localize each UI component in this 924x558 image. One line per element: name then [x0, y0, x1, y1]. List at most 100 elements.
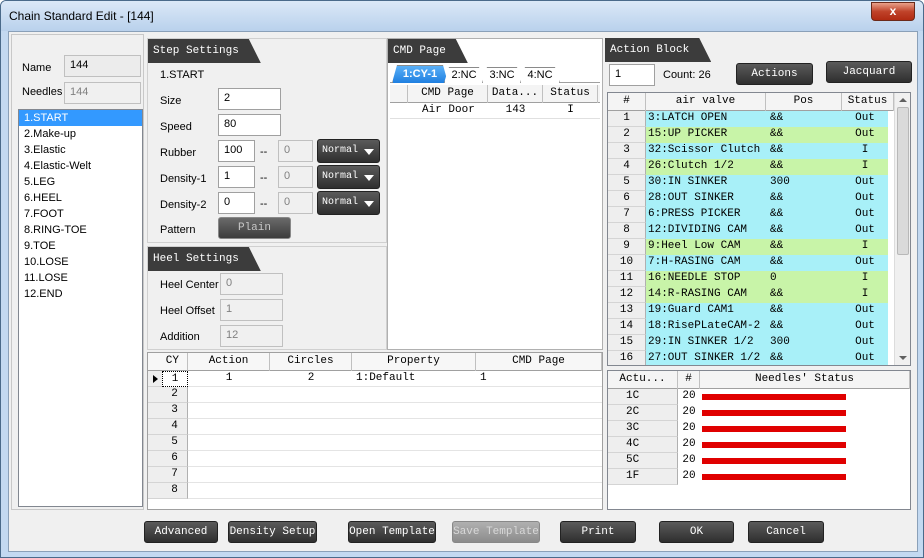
close-button[interactable]: x [871, 2, 915, 21]
table-row[interactable]: 8 [148, 483, 602, 499]
table-row[interactable]: 13 19:Guard CAM1 && Out [608, 303, 894, 319]
table-row[interactable]: 1 3:LATCH OPEN && Out [608, 111, 894, 127]
cmd-row[interactable]: Air Door 143 I [390, 103, 600, 119]
table-row[interactable]: 11 16:NEEDLE STOP 0 I [608, 271, 894, 287]
step-list-item[interactable]: 10.LOSE [19, 254, 142, 270]
heel-center-input[interactable]: 0 [220, 273, 283, 295]
table-row[interactable]: 2 15:UP PICKER && Out [608, 127, 894, 143]
name-field[interactable]: 144 [64, 55, 141, 77]
status-cell: I [842, 271, 888, 287]
table-row[interactable]: 7 6:PRESS PICKER && Out [608, 207, 894, 223]
advanced-button[interactable]: Advanced [144, 521, 218, 543]
tab-3-nc[interactable]: 3:NC [482, 67, 522, 83]
needles-field[interactable]: 144 [64, 82, 141, 104]
table-row[interactable]: 12 14:R-RASING CAM && I [608, 287, 894, 303]
table-row[interactable]: 3 32:Scissor Clutch && I [608, 143, 894, 159]
open-template-button[interactable]: Open Template [348, 521, 436, 543]
size-input[interactable]: 2 [218, 88, 281, 110]
density1-input[interactable]: 1 [218, 166, 255, 188]
step-list[interactable]: 1.START 2.Make-up 3.Elastic 4.Elastic-Welt 5… [18, 109, 143, 507]
step-list-item[interactable]: 8.RING-TOE [19, 222, 142, 238]
step-list-item[interactable]: 1.START [19, 110, 142, 126]
density1-mode-select[interactable]: Normal [317, 165, 380, 189]
table-row[interactable]: 1F 20 [608, 469, 910, 485]
table-row[interactable]: 4 26:Clutch 1/2 && I [608, 159, 894, 175]
rubber-mode-select[interactable]: Normal [317, 139, 380, 163]
rubber-input[interactable]: 100 [218, 140, 255, 162]
table-row[interactable]: 5 [148, 435, 602, 451]
density2-mode-select[interactable]: Normal [317, 191, 380, 215]
table-row[interactable]: 3C 20 [608, 421, 910, 437]
needles-col-1[interactable]: # [678, 371, 700, 389]
table-row[interactable]: 2C 20 [608, 405, 910, 421]
air-valve-col-2[interactable]: Pos [766, 93, 842, 111]
pattern-button[interactable]: Plain [218, 217, 291, 239]
table-row[interactable]: 16 27:OUT SINKER 1/2 && Out [608, 351, 894, 365]
step-list-item[interactable]: 7.FOOT [19, 206, 142, 222]
air-valve-col-1[interactable]: air valve [646, 93, 766, 111]
air-valve-scrollbar[interactable] [894, 93, 910, 365]
addition-input[interactable]: 12 [220, 325, 283, 347]
table-row[interactable]: 5C 20 [608, 453, 910, 469]
table-row[interactable]: 9 9:Heel Low CAM && I [608, 239, 894, 255]
step-list-item[interactable]: 6.HEEL [19, 190, 142, 206]
rubber-input-2[interactable]: 0 [278, 140, 313, 162]
actions-button[interactable]: Actions [736, 63, 813, 85]
title-bar[interactable]: Chain Standard Edit - [144] x [1, 1, 923, 31]
action-block-input[interactable]: 1 [609, 64, 655, 86]
cy-col-0[interactable]: CY [148, 353, 188, 371]
scroll-thumb[interactable] [897, 107, 909, 255]
needles-col-0[interactable]: Actu... [608, 371, 678, 389]
table-row[interactable]: 10 7:H-RASING CAM && Out [608, 255, 894, 271]
valve-cell: 12:DIVIDING CAM [646, 223, 766, 239]
step-list-item[interactable]: 2.Make-up [19, 126, 142, 142]
table-row[interactable]: 6 [148, 451, 602, 467]
air-valve-col-3[interactable]: Status [842, 93, 894, 111]
density2-input[interactable]: 0 [218, 192, 255, 214]
scroll-up-icon[interactable] [899, 98, 907, 102]
table-row[interactable]: 4C 20 [608, 437, 910, 453]
air-valve-header: # air valve Pos Status [608, 93, 894, 111]
current-step-label: 1.START [160, 69, 205, 81]
air-valve-col-0[interactable]: # [608, 93, 646, 111]
step-list-item[interactable]: 11.LOSE [19, 270, 142, 286]
cy-col-2[interactable]: Circles [270, 353, 352, 371]
cy-col-4[interactable]: CMD Page [476, 353, 602, 371]
table-row[interactable]: 2 [148, 387, 602, 403]
density1-input-2[interactable]: 0 [278, 166, 313, 188]
table-row[interactable]: 5 30:IN SINKER 300 Out [608, 175, 894, 191]
save-template-button[interactable]: Save Template [452, 521, 540, 543]
table-row[interactable]: 1 1 2 1:Default 1 [148, 371, 602, 387]
table-row[interactable]: 8 12:DIVIDING CAM && Out [608, 223, 894, 239]
heel-offset-input[interactable]: 1 [220, 299, 283, 321]
cy-col-3[interactable]: Property [352, 353, 476, 371]
table-row[interactable]: 7 [148, 467, 602, 483]
table-row[interactable]: 14 18:RisePLateCAM-2 && Out [608, 319, 894, 335]
step-list-item[interactable]: 4.Elastic-Welt [19, 158, 142, 174]
step-list-item[interactable]: 5.LEG [19, 174, 142, 190]
jacquard-button[interactable]: Jacquard [826, 61, 912, 83]
table-row[interactable]: 6 28:OUT SINKER && Out [608, 191, 894, 207]
cmd-col-2[interactable]: Status [543, 85, 598, 103]
table-row[interactable]: 4 [148, 419, 602, 435]
table-row[interactable]: 3 [148, 403, 602, 419]
step-list-item[interactable]: 3.Elastic [19, 142, 142, 158]
step-list-item[interactable]: 9.TOE [19, 238, 142, 254]
density-setup-button[interactable]: Density Setup [228, 521, 317, 543]
print-button[interactable]: Print [560, 521, 636, 543]
step-list-item[interactable]: 12.END [19, 286, 142, 302]
density2-input-2[interactable]: 0 [278, 192, 313, 214]
cancel-button[interactable]: Cancel [748, 521, 824, 543]
cy-col-1[interactable]: Action [188, 353, 270, 371]
tab-4-nc[interactable]: 4:NC [520, 67, 560, 83]
ok-button[interactable]: OK [659, 521, 734, 543]
table-row[interactable]: 15 29:IN SINKER 1/2 300 Out [608, 335, 894, 351]
scroll-down-icon[interactable] [899, 356, 907, 360]
cmd-col-0[interactable]: CMD Page [408, 85, 488, 103]
cmd-col-1[interactable]: Data... [488, 85, 543, 103]
needles-col-2[interactable]: Needles' Status [700, 371, 910, 389]
tab-2-nc[interactable]: 2:NC [444, 67, 484, 83]
speed-input[interactable]: 80 [218, 114, 281, 136]
table-row[interactable]: 1C 20 [608, 389, 910, 405]
tab-1-cy-1[interactable]: 1:CY-1 [392, 65, 448, 83]
